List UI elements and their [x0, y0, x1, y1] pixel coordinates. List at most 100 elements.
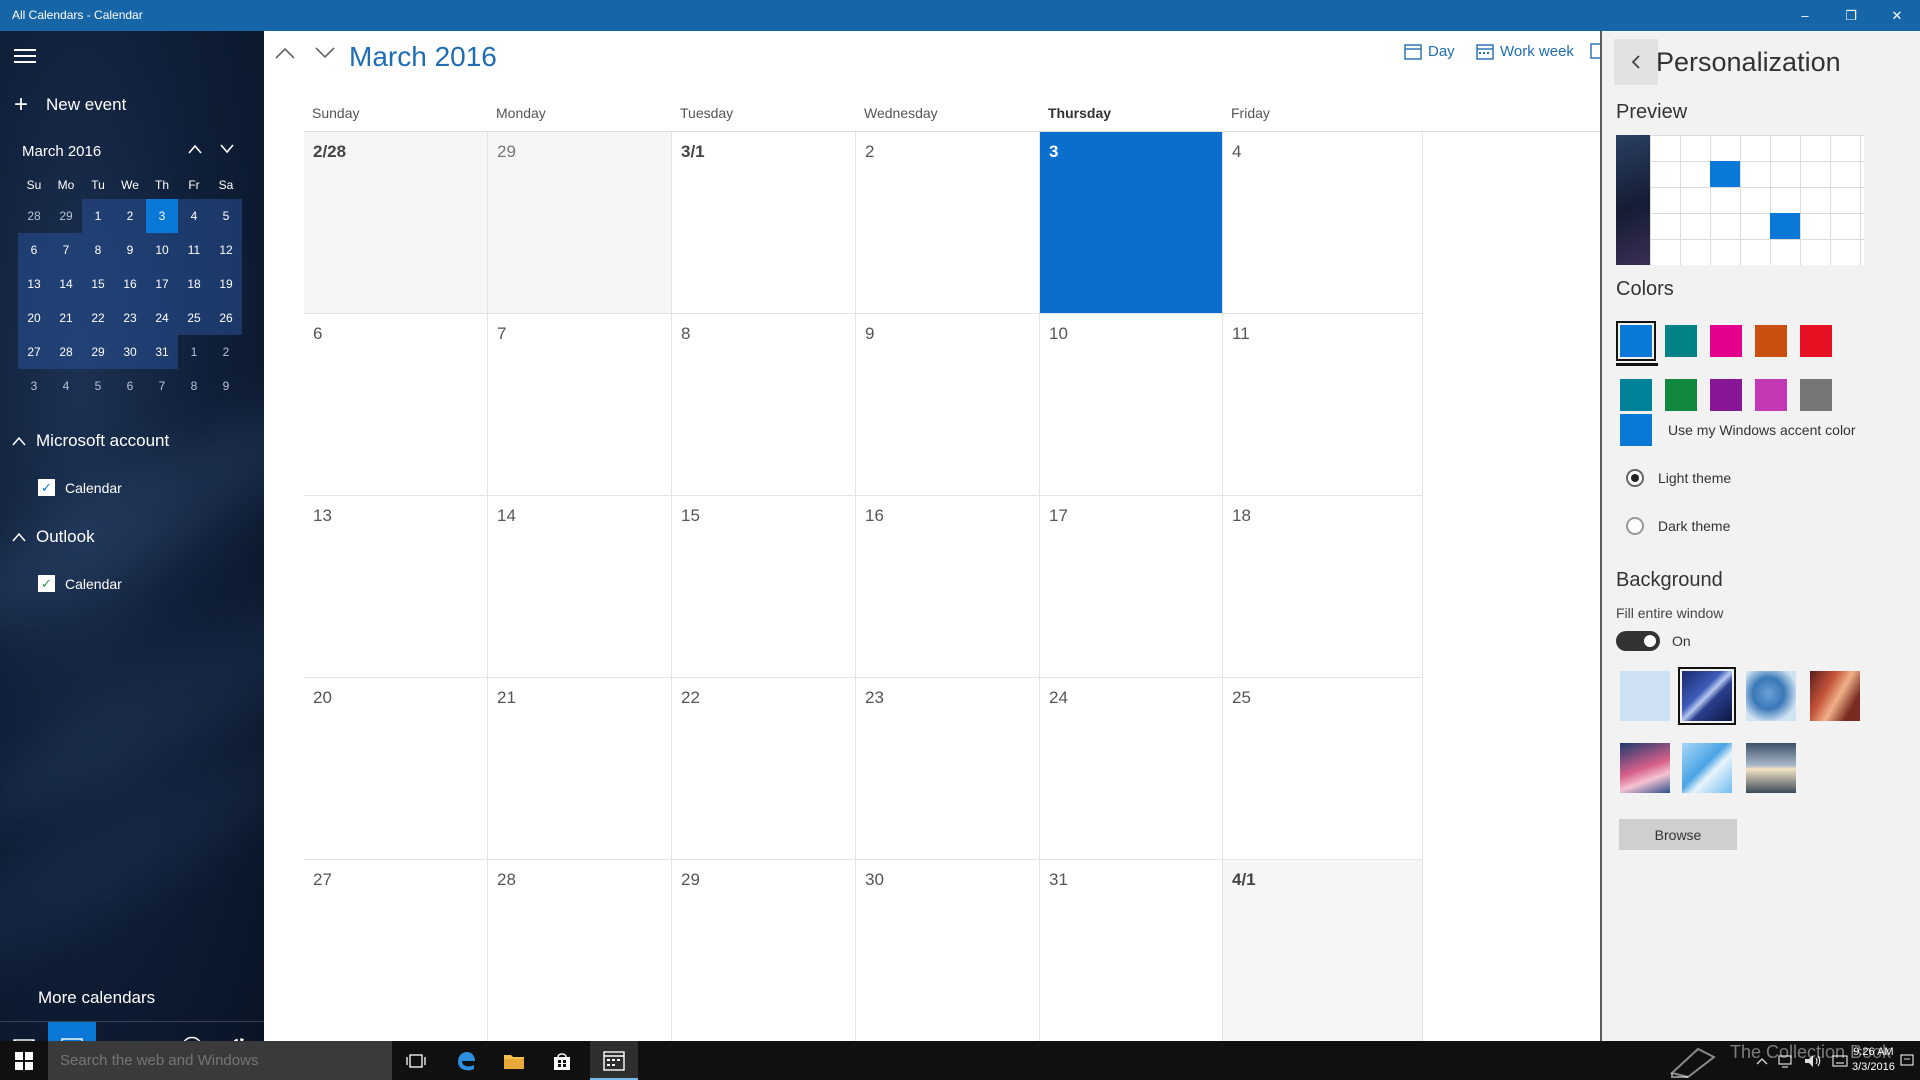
day-cell[interactable]: 23: [856, 678, 1040, 860]
dark-theme-radio[interactable]: Dark theme: [1626, 517, 1730, 535]
day-cell[interactable]: 27: [304, 860, 488, 1041]
color-swatch[interactable]: [1665, 325, 1697, 357]
color-swatch[interactable]: [1755, 325, 1787, 357]
account-header-outlook[interactable]: Outlook: [12, 527, 95, 547]
mini-calendar-day[interactable]: 6: [18, 233, 50, 267]
day-cell[interactable]: 2/28: [304, 132, 488, 314]
day-cell[interactable]: 6: [304, 314, 488, 496]
fill-window-toggle[interactable]: On: [1616, 631, 1691, 651]
day-cell[interactable]: 25: [1223, 678, 1423, 860]
day-view-button[interactable]: Day: [1404, 43, 1455, 60]
color-swatch[interactable]: [1710, 325, 1742, 357]
mini-calendar-day[interactable]: 20: [18, 301, 50, 335]
mini-calendar-day[interactable]: 21: [50, 301, 82, 335]
taskbar-search-input[interactable]: [48, 1041, 392, 1080]
mini-calendar-day[interactable]: 19: [210, 267, 242, 301]
mini-calendar-day[interactable]: 12: [210, 233, 242, 267]
day-cell[interactable]: 4/1: [1223, 860, 1423, 1041]
mini-calendar-day[interactable]: 29: [50, 199, 82, 233]
mail-icon[interactable]: [0, 1022, 48, 1041]
mini-calendar-day[interactable]: 28: [18, 199, 50, 233]
day-cell[interactable]: 28: [488, 860, 672, 1041]
new-event-button[interactable]: + New event: [14, 91, 126, 119]
taskbar-clock[interactable]: 9:26 AM 3/3/2016: [1852, 1045, 1895, 1075]
day-cell[interactable]: 21: [488, 678, 672, 860]
background-thumbnail-blue-shapes[interactable]: [1682, 743, 1732, 793]
color-swatch[interactable]: [1665, 379, 1697, 411]
previous-month-icon[interactable]: [274, 43, 296, 66]
mini-calendar-day[interactable]: 16: [114, 267, 146, 301]
day-cell[interactable]: 4: [1223, 132, 1423, 314]
mini-calendar-day[interactable]: 2: [114, 199, 146, 233]
browse-button[interactable]: Browse: [1619, 819, 1737, 850]
mini-calendar-day[interactable]: 8: [178, 369, 210, 403]
mini-calendar-day[interactable]: 4: [178, 199, 210, 233]
mini-calendar-day[interactable]: 4: [50, 369, 82, 403]
mini-calendar-day[interactable]: 15: [82, 267, 114, 301]
background-thumbnail-lake[interactable]: [1746, 743, 1796, 793]
color-swatch[interactable]: [1755, 379, 1787, 411]
mini-calendar-day[interactable]: 2: [210, 335, 242, 369]
accent-color-swatch[interactable]: [1620, 414, 1652, 446]
gear-icon[interactable]: [216, 1022, 264, 1041]
hamburger-menu-icon[interactable]: [14, 49, 36, 65]
minimize-button[interactable]: –: [1782, 0, 1828, 31]
calendar-toggle-microsoft[interactable]: ✓ Calendar: [38, 479, 122, 496]
calendar-icon[interactable]: [48, 1022, 96, 1041]
today-day-cell[interactable]: 3: [1040, 132, 1223, 314]
mini-calendar-day[interactable]: 7: [146, 369, 178, 403]
file-explorer-icon[interactable]: [490, 1041, 538, 1080]
mini-calendar-day[interactable]: 5: [82, 369, 114, 403]
mini-calendar-day[interactable]: 30: [114, 335, 146, 369]
mini-calendar-day[interactable]: 13: [18, 267, 50, 301]
store-icon[interactable]: [538, 1041, 586, 1080]
windows-start-icon[interactable]: [0, 1041, 48, 1080]
day-cell[interactable]: 22: [672, 678, 856, 860]
next-month-icon[interactable]: [314, 43, 336, 66]
day-cell[interactable]: 20: [304, 678, 488, 860]
day-cell[interactable]: 18: [1223, 496, 1423, 678]
color-swatch[interactable]: [1800, 379, 1832, 411]
mini-calendar-day[interactable]: 25: [178, 301, 210, 335]
back-button[interactable]: [1614, 39, 1658, 85]
mini-calendar-day[interactable]: 29: [82, 335, 114, 369]
feedback-icon[interactable]: [168, 1022, 216, 1041]
mini-calendar-day[interactable]: 18: [178, 267, 210, 301]
edge-browser-icon[interactable]: [442, 1041, 490, 1080]
color-swatch[interactable]: [1616, 321, 1656, 361]
color-swatch[interactable]: [1800, 325, 1832, 357]
day-cell[interactable]: 2: [856, 132, 1040, 314]
mini-calendar-day[interactable]: 27: [18, 335, 50, 369]
mini-calendar-day[interactable]: 11: [178, 233, 210, 267]
calendar-app-icon[interactable]: [590, 1041, 638, 1080]
mini-calendar-day[interactable]: 6: [114, 369, 146, 403]
mini-calendar-day[interactable]: 1: [178, 335, 210, 369]
day-cell[interactable]: 31: [1040, 860, 1223, 1041]
day-cell[interactable]: 3/1: [672, 132, 856, 314]
month-title[interactable]: March 2016: [349, 41, 497, 73]
background-thumbnail-canyon[interactable]: [1810, 671, 1860, 721]
mini-calendar-month[interactable]: March 2016: [22, 143, 101, 160]
toggle-switch[interactable]: [1616, 631, 1660, 651]
background-thumbnail-tree[interactable]: [1746, 671, 1796, 721]
day-cell[interactable]: 10: [1040, 314, 1223, 496]
day-cell[interactable]: 29: [672, 860, 856, 1041]
radio-unselected-icon[interactable]: [1626, 517, 1644, 535]
day-cell[interactable]: 13: [304, 496, 488, 678]
mini-calendar-day[interactable]: 14: [50, 267, 82, 301]
action-center-icon[interactable]: [1900, 1041, 1914, 1080]
task-view-icon[interactable]: [392, 1041, 440, 1080]
mini-calendar-day[interactable]: 17: [146, 267, 178, 301]
day-cell[interactable]: 29: [488, 132, 672, 314]
radio-selected-icon[interactable]: [1626, 469, 1644, 487]
mini-calendar-day[interactable]: 5: [210, 199, 242, 233]
day-cell[interactable]: 30: [856, 860, 1040, 1041]
mini-calendar-day[interactable]: 22: [82, 301, 114, 335]
background-thumbnail-galaxy[interactable]: [1678, 667, 1736, 725]
color-swatch[interactable]: [1620, 379, 1652, 411]
account-header-microsoft[interactable]: Microsoft account: [12, 431, 169, 451]
more-calendars-link[interactable]: More calendars: [38, 988, 155, 1008]
mini-calendar-day[interactable]: 24: [146, 301, 178, 335]
windows-accent-color-option[interactable]: Use my Windows accent color: [1620, 414, 1856, 446]
checkbox-checked-icon[interactable]: ✓: [38, 575, 55, 592]
